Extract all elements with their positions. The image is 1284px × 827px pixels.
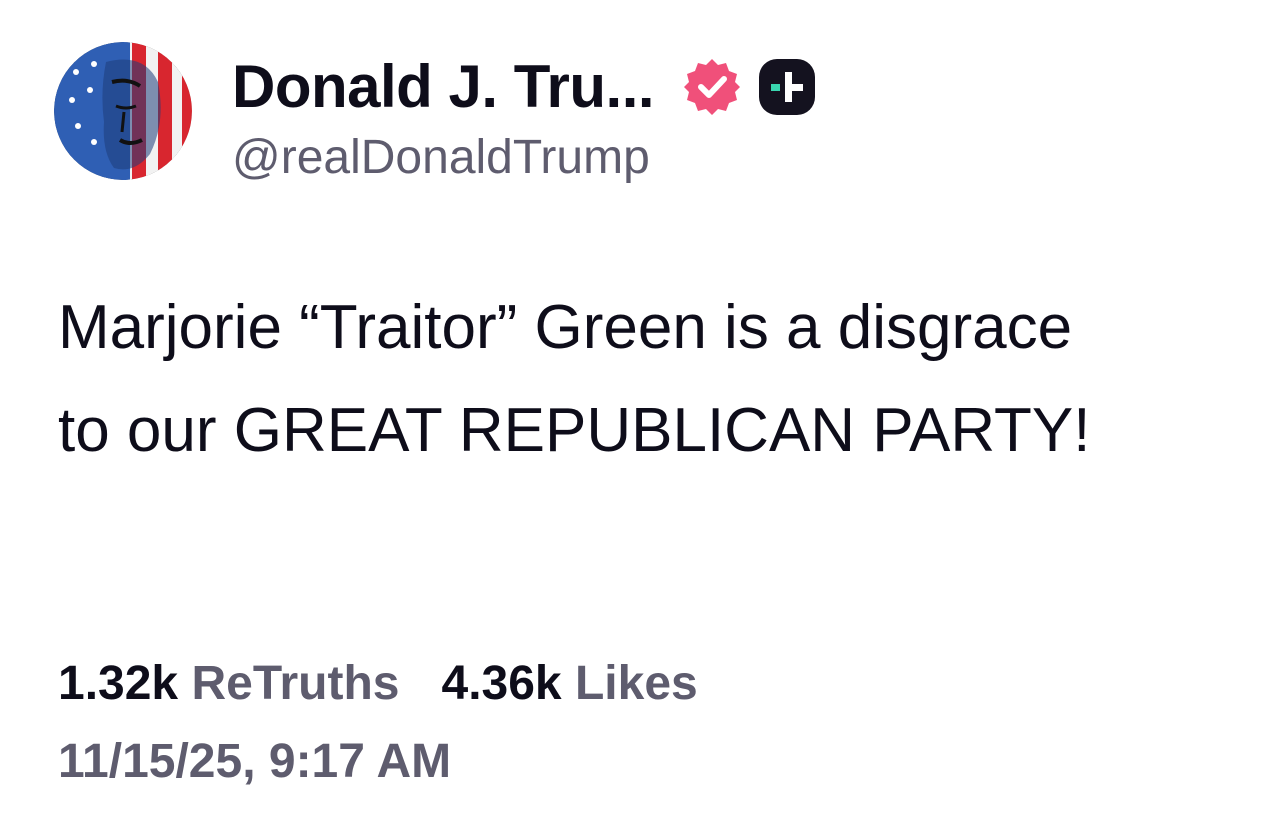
likes-count: 4.36k — [441, 657, 562, 710]
likes-label: Likes — [574, 657, 698, 710]
post-timestamp: 11/15/25, 9:17 AM — [58, 735, 452, 788]
retruths-count: 1.32k — [58, 657, 179, 710]
verified-badge-icon — [682, 57, 742, 117]
author-display-name[interactable]: Donald J. Tru... — [232, 57, 655, 117]
truth-plus-badge-icon — [758, 58, 816, 116]
post-card: Donald J. Tru... @realDonaldTrump Marjor… — [0, 0, 1284, 827]
flag-portrait-avatar-icon — [54, 42, 192, 180]
author-avatar[interactable] — [54, 42, 192, 180]
retruths-label: ReTruths — [191, 657, 400, 710]
author-handle[interactable]: @realDonaldTrump — [232, 134, 650, 182]
post-text: Marjorie “Traitor” Green is a disgrace t… — [58, 293, 1091, 465]
retruths-stat[interactable]: 1.32k ReTruths — [58, 657, 400, 710]
post-stats: 1.32k ReTruths 4.36k Likes — [58, 660, 698, 708]
likes-stat[interactable]: 4.36k Likes — [442, 657, 698, 710]
author-name-row: Donald J. Tru... — [232, 52, 816, 122]
